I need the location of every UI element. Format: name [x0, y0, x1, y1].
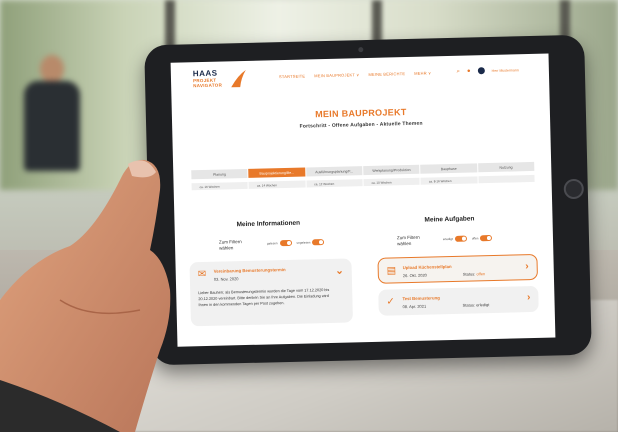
logo[interactable]: HAAS PROJEKT NAVIGATOR — [193, 69, 246, 92]
header-icons: ⌕ ● Herr Mustermann — [457, 66, 519, 75]
toggle-erledigt[interactable]: erledigt — [443, 235, 467, 243]
phase-werkplanung[interactable]: Werkplanung/Produktion — [363, 164, 420, 176]
user-name[interactable]: Herr Mustermann — [492, 68, 519, 73]
app-header: HAAS PROJEKT NAVIGATOR STARTSEITE MEIN B… — [171, 54, 550, 97]
task-status: Status: offen — [462, 271, 486, 277]
phase-bauphase[interactable]: Bauphase — [420, 163, 477, 174]
task-date: 26. Okt. 2020 — [402, 272, 427, 279]
info-toggles: gelesen ungelesen — [267, 239, 325, 247]
toggle-switch[interactable] — [454, 235, 467, 242]
duration-label: ca. 8-16 Wochen — [420, 176, 478, 185]
phase-nutzung[interactable]: Nutzung — [477, 161, 535, 173]
tasks-section-title: Meine Aufgaben — [424, 215, 475, 224]
chevron-right-icon[interactable]: › — [525, 261, 529, 272]
main-nav: STARTSEITE MEIN BAUPROJEKT ∨ MEINE BERIC… — [279, 70, 431, 79]
task-card[interactable]: ✓ Test Bemusterung 08. Apr. 2021 Status:… — [378, 285, 539, 316]
hand — [0, 159, 171, 432]
clipboard-icon: ▤ — [386, 265, 397, 277]
tasks-filter-label: Zum Filtern wählen — [396, 234, 420, 246]
search-icon[interactable]: ⌕ — [457, 68, 461, 74]
task-date: 08. Apr. 2021 — [402, 303, 427, 310]
logo-swoosh-icon — [231, 69, 246, 88]
duration-label: ca. 12 Wochen — [306, 179, 363, 188]
nav-meine-berichte[interactable]: MEINE BERICHTE — [368, 71, 405, 77]
toggle-offen[interactable]: offen — [472, 234, 493, 242]
phase-ausfuehrungsplanung[interactable]: Ausführungsplanung/F... — [305, 166, 363, 177]
task-card[interactable]: ▤ Upload Küchenstellplan 26. Okt. 2020 S… — [377, 253, 539, 284]
toggle-switch[interactable] — [312, 239, 325, 246]
task-title: Test Bemusterung — [402, 295, 440, 302]
duration-label — [478, 174, 535, 184]
nav-mein-bauprojekt[interactable]: MEIN BAUPROJEKT ∨ — [314, 72, 359, 78]
home-button[interactable] — [563, 178, 585, 200]
checkmark-icon: ✓ — [386, 296, 396, 308]
toggle-gelesen[interactable]: gelesen — [267, 239, 292, 247]
camera — [358, 47, 364, 53]
nav-mehr[interactable]: MEHR ∨ — [414, 70, 431, 75]
toggle-ungelesen[interactable]: ungelesen — [296, 239, 325, 246]
bell-icon[interactable]: ● — [467, 68, 471, 74]
task-status: Status: erledigt — [462, 302, 490, 308]
duration-label: ca. 10 Wochen — [363, 177, 420, 187]
duration-label: ca. 14 Wochen — [248, 180, 306, 189]
task-title: Upload Küchenstellplan — [402, 263, 452, 271]
toggle-switch[interactable] — [279, 239, 292, 247]
tasks-toggles: erledigt offen — [443, 234, 493, 243]
toggle-switch[interactable] — [480, 234, 493, 242]
phase-bauprojektierung[interactable]: Bauprojektierung/Be... — [248, 167, 306, 178]
chevron-right-icon[interactable]: › — [527, 292, 531, 303]
nav-startseite[interactable]: STARTSEITE — [279, 73, 305, 79]
chevron-down-icon[interactable]: ⌄ — [335, 266, 344, 277]
avatar[interactable] — [477, 67, 485, 75]
